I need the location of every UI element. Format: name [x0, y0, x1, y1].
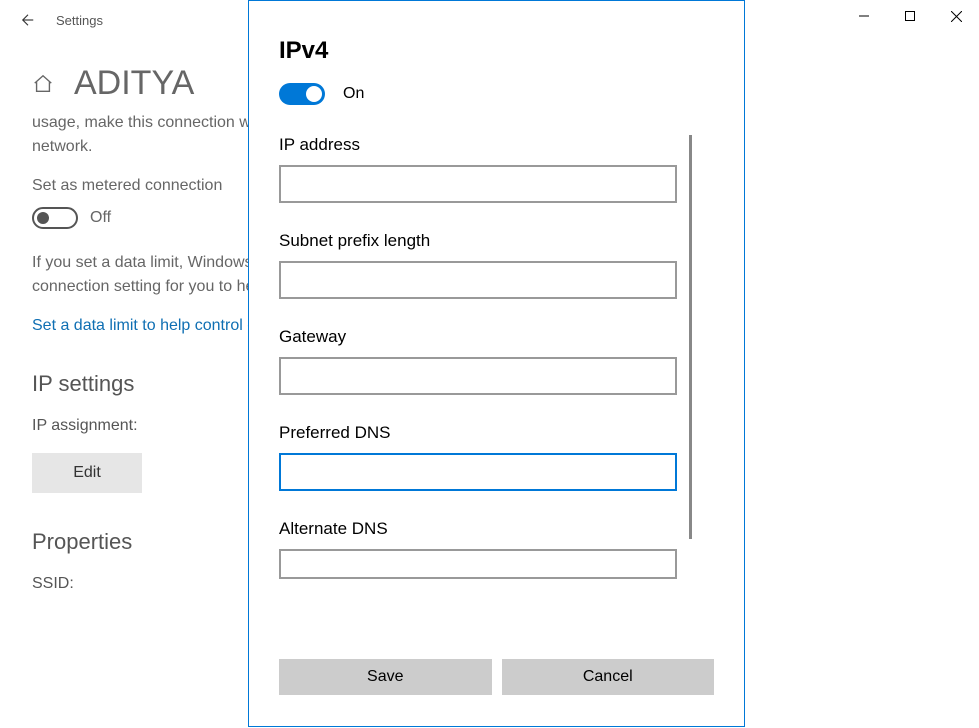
scrollbar[interactable] — [689, 135, 692, 539]
ipv4-toggle[interactable] — [279, 83, 325, 105]
minimize-button[interactable] — [841, 0, 887, 32]
dialog-title: IPv4 — [279, 37, 714, 65]
home-icon[interactable] — [32, 73, 54, 95]
ipv4-dialog: IPv4 On IP address Subnet prefix length … — [248, 0, 745, 727]
page-title: ADITYA — [74, 64, 194, 103]
alternate-dns-input[interactable] — [279, 549, 677, 579]
save-button[interactable]: Save — [279, 659, 492, 695]
ipv4-toggle-state: On — [343, 85, 364, 103]
cancel-button[interactable]: Cancel — [502, 659, 715, 695]
window-controls — [841, 0, 979, 32]
gateway-label: Gateway — [279, 327, 714, 347]
form-area: IP address Subnet prefix length Gateway … — [279, 135, 714, 702]
metered-toggle[interactable] — [32, 207, 78, 229]
form-scroll: IP address Subnet prefix length Gateway … — [279, 135, 714, 655]
maximize-button[interactable] — [887, 0, 933, 32]
preferred-dns-input[interactable] — [279, 453, 677, 491]
preferred-dns-label: Preferred DNS — [279, 423, 714, 443]
dialog-buttons: Save Cancel — [279, 659, 714, 695]
field-alternate-dns: Alternate DNS — [279, 519, 714, 579]
gateway-input[interactable] — [279, 357, 677, 395]
ip-address-label: IP address — [279, 135, 714, 155]
edit-button[interactable]: Edit — [32, 453, 142, 493]
field-subnet: Subnet prefix length — [279, 231, 714, 299]
field-preferred-dns: Preferred DNS — [279, 423, 714, 491]
field-ip-address: IP address — [279, 135, 714, 203]
subnet-label: Subnet prefix length — [279, 231, 714, 251]
close-button[interactable] — [933, 0, 979, 32]
ipv4-toggle-row: On — [279, 83, 714, 105]
back-button[interactable] — [4, 0, 52, 40]
subnet-input[interactable] — [279, 261, 677, 299]
alternate-dns-label: Alternate DNS — [279, 519, 714, 539]
titlebar-label: Settings — [56, 13, 103, 28]
field-gateway: Gateway — [279, 327, 714, 395]
metered-toggle-state: Off — [90, 209, 111, 227]
ip-address-input[interactable] — [279, 165, 677, 203]
